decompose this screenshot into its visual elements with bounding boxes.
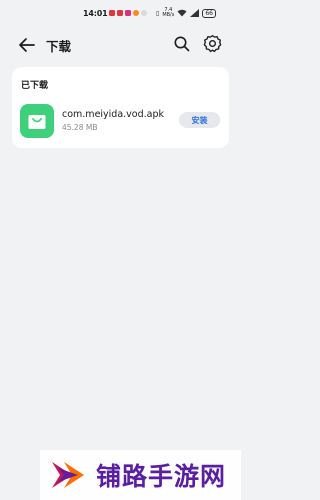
- status-time: 14:01: [83, 9, 108, 18]
- search-icon[interactable]: [173, 35, 191, 53]
- app-header: 下载: [0, 30, 241, 58]
- net-speed: 7.4 MB/s: [162, 8, 174, 18]
- app-notification-icon: [133, 10, 139, 16]
- gear-icon[interactable]: [203, 34, 222, 53]
- downloaded-card: 已下载 com.meiyida.vod.apk 45.28 MB 安装: [12, 67, 229, 148]
- notification-icons: [109, 10, 147, 16]
- file-name: com.meiyida.vod.apk: [62, 109, 165, 120]
- status-right-group: ▯ 7.4 MB/s 66: [156, 8, 216, 18]
- back-arrow-icon[interactable]: [17, 35, 37, 55]
- page-title: 下载: [46, 39, 72, 54]
- battery-level: 66: [205, 9, 213, 17]
- section-title: 已下载: [21, 81, 49, 91]
- app-notification-icon: [117, 10, 123, 16]
- install-button[interactable]: 安装: [179, 112, 220, 128]
- app-notification-icon: [125, 10, 131, 16]
- app-notification-icon: [109, 10, 115, 16]
- app-notification-icon: [141, 10, 147, 16]
- status-bar: 14:01 ▯ 7.4 MB/s 66: [0, 0, 241, 26]
- wifi-icon: [177, 9, 187, 17]
- watermark-banner: 铺路手游网: [40, 450, 241, 500]
- vibrate-icon: ▯: [156, 9, 160, 17]
- site-logo-icon: [52, 462, 84, 488]
- watermark-text: 铺路手游网: [96, 462, 227, 491]
- battery-icon: 66: [202, 8, 216, 18]
- shopping-bag-icon: [28, 115, 46, 129]
- apk-app-icon: [20, 104, 54, 138]
- signal-icon: [190, 9, 200, 17]
- net-speed-unit: MB/s: [162, 12, 175, 18]
- file-size: 45.28 MB: [62, 123, 98, 132]
